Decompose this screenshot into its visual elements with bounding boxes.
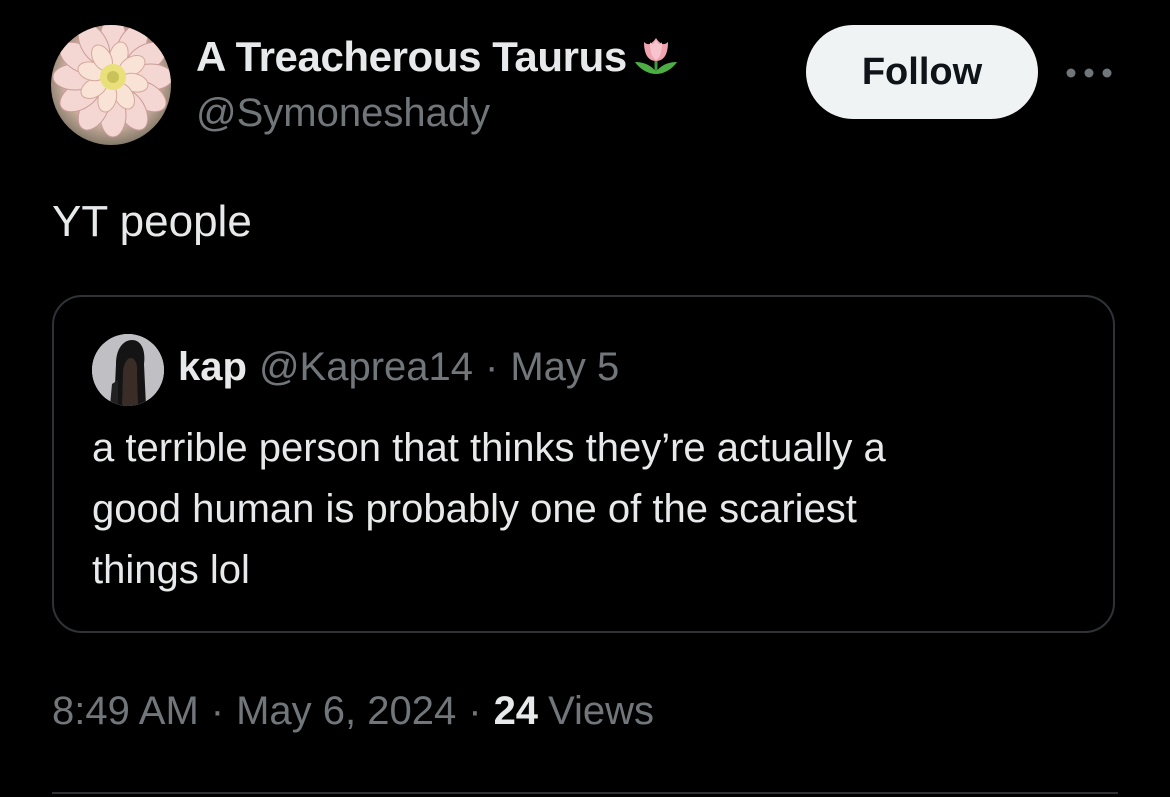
tweet-text: YT people (52, 197, 252, 246)
person-avatar-image (92, 334, 164, 406)
quoted-tweet-card[interactable]: kap @Kaprea14 · May 5 a terrible person … (52, 295, 1115, 633)
quoted-author-avatar[interactable] (92, 334, 164, 406)
follow-button[interactable]: Follow (806, 25, 1038, 119)
more-horizontal-icon[interactable] (1062, 56, 1116, 90)
flower-avatar-image (51, 25, 171, 145)
quoted-tweet-text: a terrible person that thinks they’re ac… (92, 418, 1092, 601)
tulip-icon (629, 30, 683, 84)
quoted-author-name[interactable]: kap (178, 345, 247, 390)
meta-separator: · (210, 689, 225, 733)
tweet-meta: 8:49 AM · May 6, 2024 · 24 Views (52, 689, 654, 734)
author-display-name-text: A Treacherous Taurus (196, 33, 627, 80)
quoted-tweet-line: things lol (92, 548, 250, 592)
quoted-author-handle[interactable]: @Kaprea14 (259, 345, 473, 390)
author-avatar[interactable] (51, 25, 171, 145)
quoted-tweet-header: kap @Kaprea14 · May 5 (178, 345, 619, 390)
author-handle[interactable]: @Symoneshady (196, 91, 490, 136)
bottom-divider (52, 792, 1118, 794)
views-label: Views (548, 689, 655, 733)
tweet-date[interactable]: May 6, 2024 (236, 689, 456, 734)
author-display-name[interactable]: A Treacherous Taurus (196, 30, 683, 84)
quoted-tweet-separator: · (485, 345, 499, 389)
quoted-tweet-date[interactable]: May 5 (510, 345, 619, 390)
quoted-tweet-line: a terrible person that thinks they’re ac… (92, 426, 886, 470)
quoted-tweet-line: good human is probably one of the scarie… (92, 487, 857, 531)
views-count: 24 (493, 689, 539, 733)
meta-separator: · (468, 689, 482, 733)
tweet-time[interactable]: 8:49 AM (52, 689, 199, 734)
